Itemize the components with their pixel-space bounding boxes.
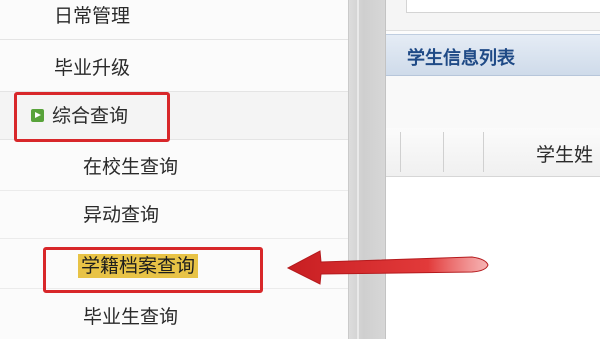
- grid-header: 学生姓: [386, 128, 600, 177]
- highlight-box-archive-query: [43, 247, 263, 293]
- sidebar-item-label: 异动查询: [83, 204, 160, 226]
- sidebar-item-label: 在校生查询: [83, 156, 179, 178]
- grid-body: [386, 177, 600, 339]
- highlight-box-comprehensive-query: [14, 92, 170, 142]
- sidebar-item-label: 日常管理: [54, 5, 131, 27]
- grid-column-index[interactable]: [443, 132, 484, 172]
- sidebar-item-label: 毕业生查询: [83, 306, 179, 328]
- top-frame: [406, 0, 600, 13]
- top-strip: [386, 0, 600, 31]
- panel-title: 学生信息列表: [407, 48, 515, 69]
- sidebar-nav: 日常管理 毕业升级 综合查询 在校生查询 异动查询 学籍档案查询 毕业生查询: [0, 0, 349, 339]
- app-window: 日常管理 毕业升级 综合查询 在校生查询 异动查询 学籍档案查询 毕业生查询 学…: [0, 0, 600, 339]
- sidebar-item-daily-management[interactable]: 日常管理: [0, 0, 348, 40]
- sidebar-item-current-student-query[interactable]: 在校生查询: [0, 143, 348, 191]
- pane-splitter[interactable]: [348, 0, 386, 339]
- grid-toolbar: [386, 76, 600, 129]
- sidebar-item-graduate-query[interactable]: 毕业生查询: [0, 293, 348, 339]
- grid-column-student-name[interactable]: 学生姓: [536, 140, 593, 167]
- grid-column-checkbox[interactable]: [400, 132, 444, 172]
- splitter-stripe: [357, 0, 359, 339]
- sidebar-item-label: 毕业升级: [54, 57, 131, 79]
- panel-header: 学生信息列表: [386, 34, 600, 76]
- content-panel: 学生信息列表 学生姓: [386, 0, 600, 339]
- sidebar-item-status-change-query[interactable]: 异动查询: [0, 191, 348, 239]
- sidebar-item-graduation-upgrade[interactable]: 毕业升级: [0, 44, 348, 92]
